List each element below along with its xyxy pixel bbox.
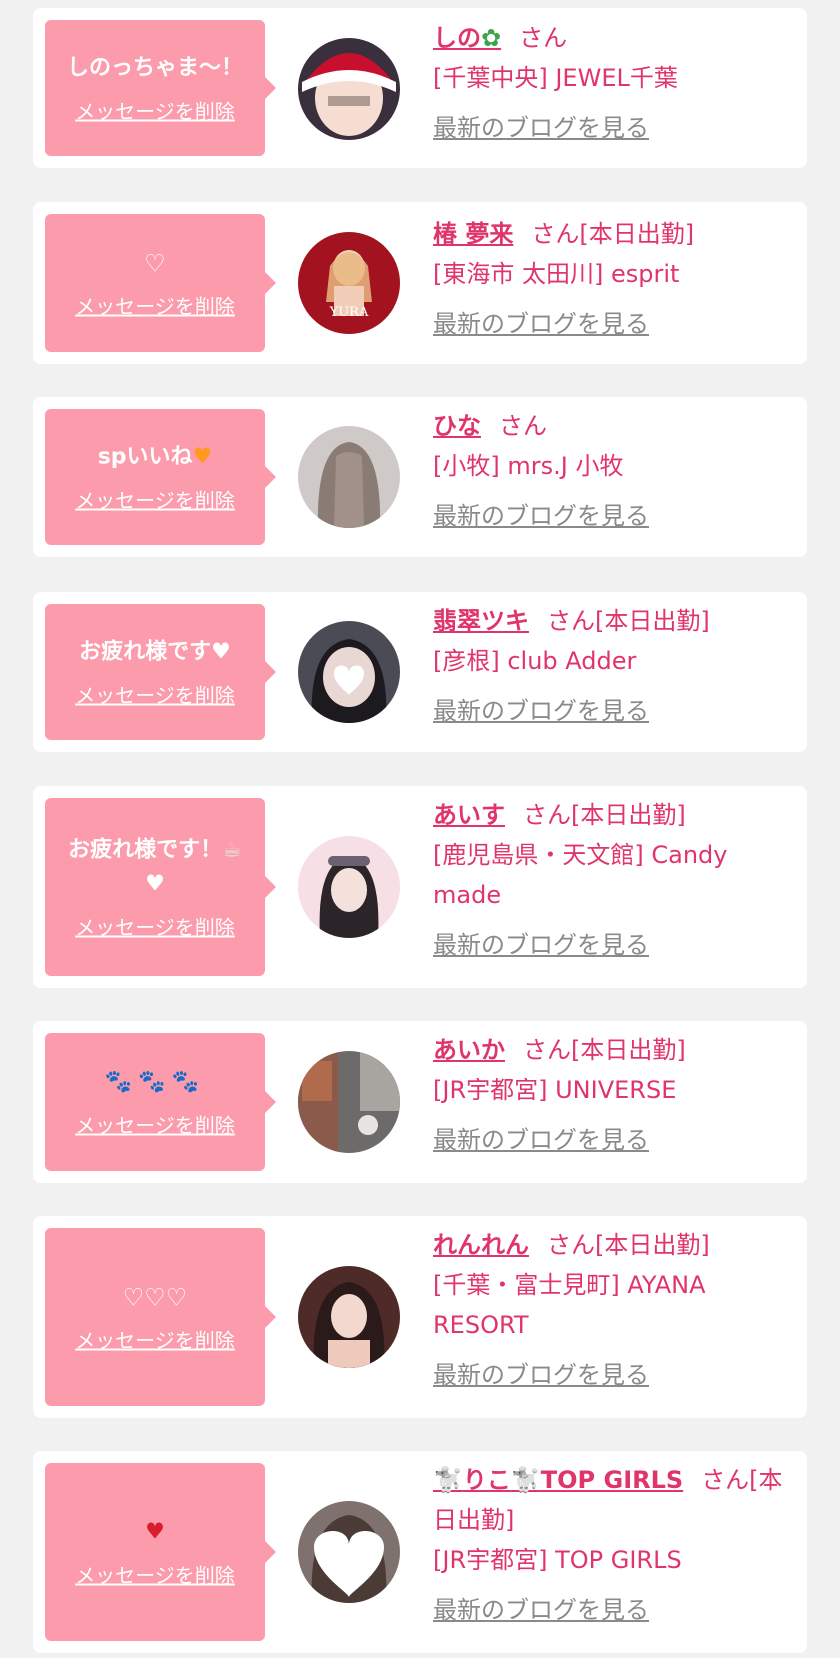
profile-info: あいす さん[本日出勤] [鹿児島県・天文館] Candy made 最新のブログ… bbox=[433, 795, 793, 965]
heart-on-fire-icon: ♥ bbox=[145, 1519, 165, 1545]
shop-name: [JR宇都宮] UNIVERSE bbox=[433, 1076, 677, 1104]
shop-name: [東海市 太田川] esprit bbox=[433, 260, 680, 288]
message-card: しのっちゃま〜！ メッセージを削除 しの✿ さん [千葉中央] JEWEL千葉 最… bbox=[33, 8, 807, 168]
latest-blog-link[interactable]: 最新のブログを見る bbox=[433, 691, 649, 731]
delete-message-link[interactable]: メッセージを削除 bbox=[75, 1560, 235, 1589]
message-text: ♡♡♡ bbox=[122, 1283, 188, 1312]
avatar[interactable] bbox=[298, 1266, 400, 1368]
name-suffix: さん[本日出勤] bbox=[531, 220, 695, 248]
name-suffix: さん bbox=[499, 412, 547, 440]
message-bubble: 🐾🐾🐾 メッセージを削除 bbox=[45, 1033, 276, 1171]
latest-blog-link[interactable]: 最新のブログを見る bbox=[433, 108, 649, 148]
orange-heart-icon: ♥ bbox=[192, 444, 213, 470]
avatar-caption: YURA bbox=[329, 305, 369, 320]
message-card: spいいね♥ メッセージを削除 ひな さん [小牧] mrs.J 小牧 最新のブロ… bbox=[33, 397, 807, 557]
name-suffix: さん[本日出勤] bbox=[547, 1231, 710, 1259]
cast-name-link[interactable]: あいす bbox=[433, 801, 505, 829]
avatar[interactable] bbox=[298, 38, 400, 140]
delete-message-link[interactable]: メッセージを削除 bbox=[75, 1325, 235, 1354]
avatar[interactable] bbox=[298, 621, 400, 723]
message-card: 🐾🐾🐾 メッセージを削除 あいか さん[本日出勤] [JR宇都宮] UNIVERS… bbox=[33, 1021, 807, 1183]
message-card: お疲れ様です♥ メッセージを削除 翡翠ツキ さん[本日出勤] [彦根] club … bbox=[33, 592, 807, 752]
cast-name-link[interactable]: しの✿ bbox=[433, 24, 501, 52]
message-bubble: しのっちゃま〜！ メッセージを削除 bbox=[45, 20, 276, 156]
shop-name: [千葉・富士見町] AYANA RESORT bbox=[433, 1271, 706, 1339]
message-bubble: お疲れ様です♥ メッセージを削除 bbox=[45, 604, 276, 740]
profile-info: ひな さん [小牧] mrs.J 小牧 最新のブログを見る bbox=[433, 406, 793, 536]
profile-info: 🐩りこ🐩TOP GIRLS さん[本日出勤] [JR宇都宮] TOP GIRLS … bbox=[433, 1460, 793, 1630]
message-bubble: spいいね♥ メッセージを削除 bbox=[45, 409, 276, 545]
avatar[interactable]: YURA bbox=[298, 232, 400, 334]
message-text: ♥ bbox=[51, 1516, 259, 1550]
shop-name: [鹿児島県・天文館] Candy made bbox=[433, 841, 728, 909]
cast-name-link[interactable]: 椿 夢来 bbox=[433, 220, 513, 248]
paw-prints-icon: 🐾🐾🐾 bbox=[104, 1069, 206, 1095]
message-bubble: お疲れ様です！☕ ♥ メッセージを削除 bbox=[45, 798, 276, 976]
latest-blog-link[interactable]: 最新のブログを見る bbox=[433, 1355, 649, 1395]
delete-message-link[interactable]: メッセージを削除 bbox=[75, 680, 235, 709]
poodle-icon: 🐩 bbox=[510, 1466, 541, 1494]
message-text: しのっちゃま〜！ bbox=[66, 55, 243, 81]
white-heart-icon: ♥ bbox=[145, 871, 165, 897]
poodle-icon: 🐩 bbox=[433, 1466, 463, 1494]
delete-message-link[interactable]: メッセージを削除 bbox=[75, 912, 235, 941]
shop-name: [彦根] club Adder bbox=[433, 647, 637, 675]
message-bubble: ♥ メッセージを削除 bbox=[45, 1463, 276, 1641]
shop-name: [千葉中央] JEWEL千葉 bbox=[433, 64, 678, 92]
cast-name-link[interactable]: 🐩りこ🐩TOP GIRLS bbox=[433, 1466, 683, 1494]
latest-blog-link[interactable]: 最新のブログを見る bbox=[433, 1590, 649, 1630]
delete-message-link[interactable]: メッセージを削除 bbox=[75, 96, 235, 125]
name-suffix: さん[本日出勤] bbox=[523, 1036, 686, 1064]
profile-info: 椿 夢来 さん[本日出勤] [東海市 太田川] esprit 最新のブログを見る bbox=[433, 214, 793, 344]
profile-info: あいか さん[本日出勤] [JR宇都宮] UNIVERSE 最新のブログを見る bbox=[433, 1030, 793, 1160]
latest-blog-link[interactable]: 最新のブログを見る bbox=[433, 1120, 649, 1160]
delete-message-link[interactable]: メッセージを削除 bbox=[75, 291, 235, 320]
shop-name: [小牧] mrs.J 小牧 bbox=[433, 452, 624, 480]
avatar[interactable] bbox=[298, 1051, 400, 1153]
message-card: ♡♡♡ メッセージを削除 れんれん さん[本日出勤] [千葉・富士見町] AYAN… bbox=[33, 1216, 807, 1418]
profile-info: しの✿ さん [千葉中央] JEWEL千葉 最新のブログを見る bbox=[433, 18, 793, 148]
cast-name-link[interactable]: れんれん bbox=[433, 1231, 529, 1259]
message-text: お疲れ様です♥ bbox=[79, 639, 231, 665]
name-suffix: さん[本日出勤] bbox=[523, 801, 686, 829]
sprout-icon: ✿ bbox=[481, 24, 502, 52]
message-card: お疲れ様です！☕ ♥ メッセージを削除 あいす さん[本日出勤] [鹿児島県・天文館… bbox=[33, 786, 807, 988]
cast-name-link[interactable]: 翡翠ツキ bbox=[433, 607, 529, 635]
tea-icon: ☕ bbox=[222, 837, 242, 863]
latest-blog-link[interactable]: 最新のブログを見る bbox=[433, 925, 649, 965]
message-card: ♥ メッセージを削除 🐩りこ🐩TOP GIRLS さん[本日出勤] [JR宇都宮]… bbox=[33, 1451, 807, 1653]
white-heart-icon: ♥ bbox=[211, 639, 231, 665]
avatar[interactable] bbox=[298, 836, 400, 938]
name-suffix: さん bbox=[519, 24, 568, 52]
delete-message-link[interactable]: メッセージを削除 bbox=[75, 485, 235, 514]
avatar[interactable] bbox=[298, 1501, 400, 1603]
profile-info: 翡翠ツキ さん[本日出勤] [彦根] club Adder 最新のブログを見る bbox=[433, 601, 793, 731]
message-card: ♡ メッセージを削除 YURA 椿 夢来 さん[本日出勤] [東海市 太田川] e… bbox=[33, 202, 807, 364]
name-suffix: さん[本日出勤] bbox=[547, 607, 710, 635]
message-bubble: ♡ メッセージを削除 bbox=[45, 214, 276, 352]
message-text: spいいね♥ bbox=[97, 444, 213, 470]
cast-name-link[interactable]: あいか bbox=[433, 1036, 505, 1064]
message-text: お疲れ様です！☕ ♥ bbox=[68, 837, 242, 897]
latest-blog-link[interactable]: 最新のブログを見る bbox=[433, 304, 649, 344]
message-bubble: ♡♡♡ メッセージを削除 bbox=[45, 1228, 276, 1406]
latest-blog-link[interactable]: 最新のブログを見る bbox=[433, 496, 649, 536]
avatar[interactable] bbox=[298, 426, 400, 528]
message-text: 🐾🐾🐾 bbox=[51, 1066, 259, 1100]
cast-name-link[interactable]: ひな bbox=[433, 412, 481, 440]
delete-message-link[interactable]: メッセージを削除 bbox=[75, 1110, 235, 1139]
shop-name: [JR宇都宮] TOP GIRLS bbox=[433, 1546, 682, 1574]
message-text: ♡ bbox=[144, 249, 166, 278]
profile-info: れんれん さん[本日出勤] [千葉・富士見町] AYANA RESORT 最新のブ… bbox=[433, 1225, 793, 1395]
